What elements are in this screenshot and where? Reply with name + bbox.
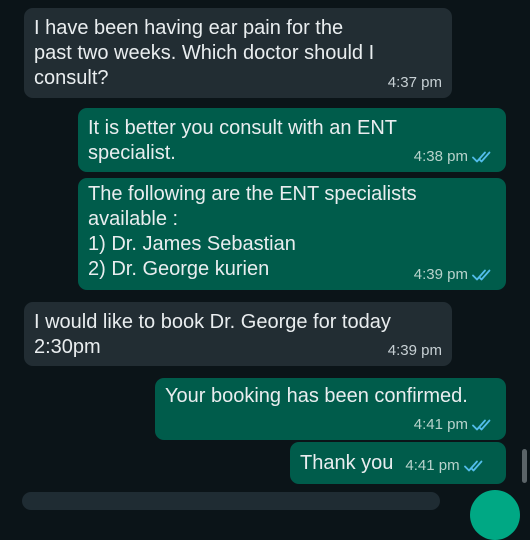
incoming-message[interactable]: I would like to book Dr. George for toda… <box>24 302 452 366</box>
message-time: 4:37 pm <box>387 74 442 91</box>
message-time: 4:38 pm <box>413 148 468 165</box>
message-time: 4:39 pm <box>387 342 442 359</box>
read-double-tick-icon <box>472 419 491 431</box>
mic-button[interactable] <box>470 490 520 540</box>
message-time: 4:41 pm <box>405 457 460 474</box>
outgoing-message[interactable]: Your booking has been confirmed. 4:41 pm <box>155 378 506 440</box>
outgoing-message[interactable]: Thank you 4:41 pm <box>290 442 506 484</box>
incoming-message[interactable]: I have been having ear pain for the past… <box>24 8 452 98</box>
read-double-tick-icon <box>472 269 491 281</box>
message-meta: 4:39 pm <box>388 342 442 360</box>
outgoing-message[interactable]: The following are the ENT specialists av… <box>78 178 506 290</box>
scrollbar-thumb[interactable] <box>522 449 527 483</box>
message-meta: 4:37 pm <box>388 74 442 92</box>
message-time: 4:39 pm <box>413 266 468 283</box>
chat-message-list: I have been having ear pain for the past… <box>0 0 530 497</box>
message-meta: 4:39 pm <box>414 266 496 284</box>
message-text: Thank you <box>300 451 394 474</box>
message-text: I would like to book Dr. George for toda… <box>34 311 391 358</box>
message-time: 4:41 pm <box>413 416 468 433</box>
read-double-tick-icon <box>463 460 482 472</box>
message-text: I have been having ear pain for the past… <box>34 17 375 89</box>
message-meta: 4:41 pm <box>405 451 487 475</box>
read-double-tick-icon <box>472 151 491 163</box>
outgoing-message[interactable]: It is better you consult with an ENT spe… <box>78 108 506 172</box>
message-text: Your booking has been confirmed. <box>165 385 468 407</box>
message-meta: 4:41 pm <box>414 416 496 434</box>
message-meta: 4:38 pm <box>414 148 496 166</box>
message-input-bar[interactable] <box>22 492 440 510</box>
